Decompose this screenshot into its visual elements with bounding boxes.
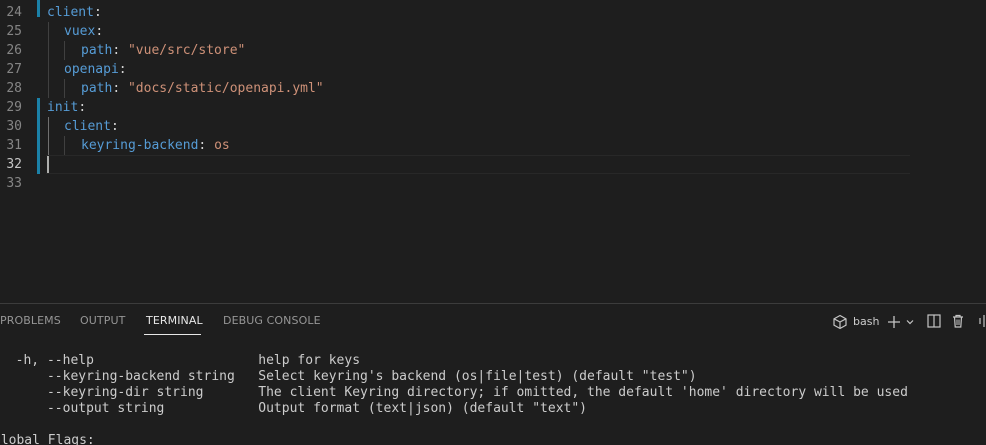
indent-guide — [64, 79, 65, 98]
shell-name: bash — [853, 315, 880, 328]
yaml-key: vuex — [64, 24, 96, 39]
modified-gutter-marker[interactable] — [37, 98, 40, 174]
more-actions-icon[interactable] — [978, 314, 986, 328]
terminal-line: --output string Output format (text|json… — [0, 401, 587, 416]
yaml-key: path — [81, 81, 113, 96]
line-number: 24 — [6, 5, 22, 20]
code-editor[interactable]: 24 25 26 27 28 29 30 31 32 33 client: vu… — [0, 0, 986, 303]
current-line-highlight — [46, 155, 910, 174]
indent-guide — [64, 41, 65, 60]
active-tab-indicator — [144, 334, 201, 335]
split-terminal-icon[interactable] — [927, 314, 941, 328]
yaml-colon: : — [95, 24, 104, 39]
yaml-colon: : — [78, 100, 87, 115]
tab-output[interactable]: OUTPUT — [80, 314, 125, 327]
code-line[interactable]: path: "vue/src/store" — [81, 41, 245, 60]
yaml-key: openapi — [64, 62, 119, 77]
yaml-key: init — [47, 100, 79, 115]
yaml-string-value: "vue/src/store" — [127, 43, 246, 58]
line-number: 33 — [6, 176, 22, 191]
code-line[interactable]: keyring-backend: os — [81, 136, 230, 155]
yaml-key: client — [64, 119, 111, 134]
code-line[interactable]: vuex: — [64, 22, 103, 41]
line-number-current: 32 — [6, 157, 22, 172]
yaml-string-value: os — [214, 138, 230, 153]
indent-guide — [64, 136, 65, 155]
code-line[interactable]: client: — [64, 117, 119, 136]
terminal-line: --keyring-backend string Select keyring'… — [0, 369, 697, 384]
terminal-line: Global Flags: — [0, 433, 95, 445]
line-number: 26 — [6, 43, 22, 58]
code-line[interactable]: openapi: — [64, 60, 127, 79]
yaml-colon: : — [112, 81, 128, 96]
yaml-key: path — [81, 43, 113, 58]
line-number: 31 — [6, 138, 22, 153]
yaml-colon: : — [110, 119, 119, 134]
line-number: 28 — [6, 81, 22, 96]
modified-gutter-marker[interactable] — [37, 0, 40, 17]
line-number: 27 — [6, 62, 22, 77]
terminal-line: --keyring-dir string The client Keyring … — [0, 385, 908, 400]
text-cursor — [47, 156, 49, 173]
yaml-key: client — [47, 5, 94, 20]
yaml-colon: : — [198, 138, 215, 153]
yaml-string-value: "docs/static/openapi.yml" — [127, 81, 324, 96]
tab-problems[interactable]: PROBLEMS — [0, 314, 61, 327]
chevron-down-icon[interactable] — [905, 317, 915, 327]
yaml-colon: : — [112, 43, 128, 58]
yaml-colon: : — [93, 5, 102, 20]
terminal-shell-icon — [833, 314, 847, 330]
trash-icon[interactable] — [951, 314, 965, 328]
code-line[interactable]: init: — [47, 98, 86, 117]
code-line[interactable]: client: — [47, 3, 102, 22]
plus-icon[interactable] — [887, 315, 901, 329]
line-number: 29 — [6, 100, 22, 115]
yaml-colon: : — [118, 62, 127, 77]
line-number: 25 — [6, 24, 22, 39]
terminal-line: -h, --help help for keys — [0, 353, 361, 368]
yaml-key: keyring-backend — [81, 138, 199, 153]
tab-debug-console[interactable]: DEBUG CONSOLE — [223, 314, 321, 327]
indent-guide-active — [48, 117, 49, 155]
indent-guide — [48, 22, 49, 98]
line-number: 30 — [6, 119, 22, 134]
tab-terminal[interactable]: TERMINAL — [146, 314, 203, 327]
code-line[interactable]: path: "docs/static/openapi.yml" — [81, 79, 324, 98]
